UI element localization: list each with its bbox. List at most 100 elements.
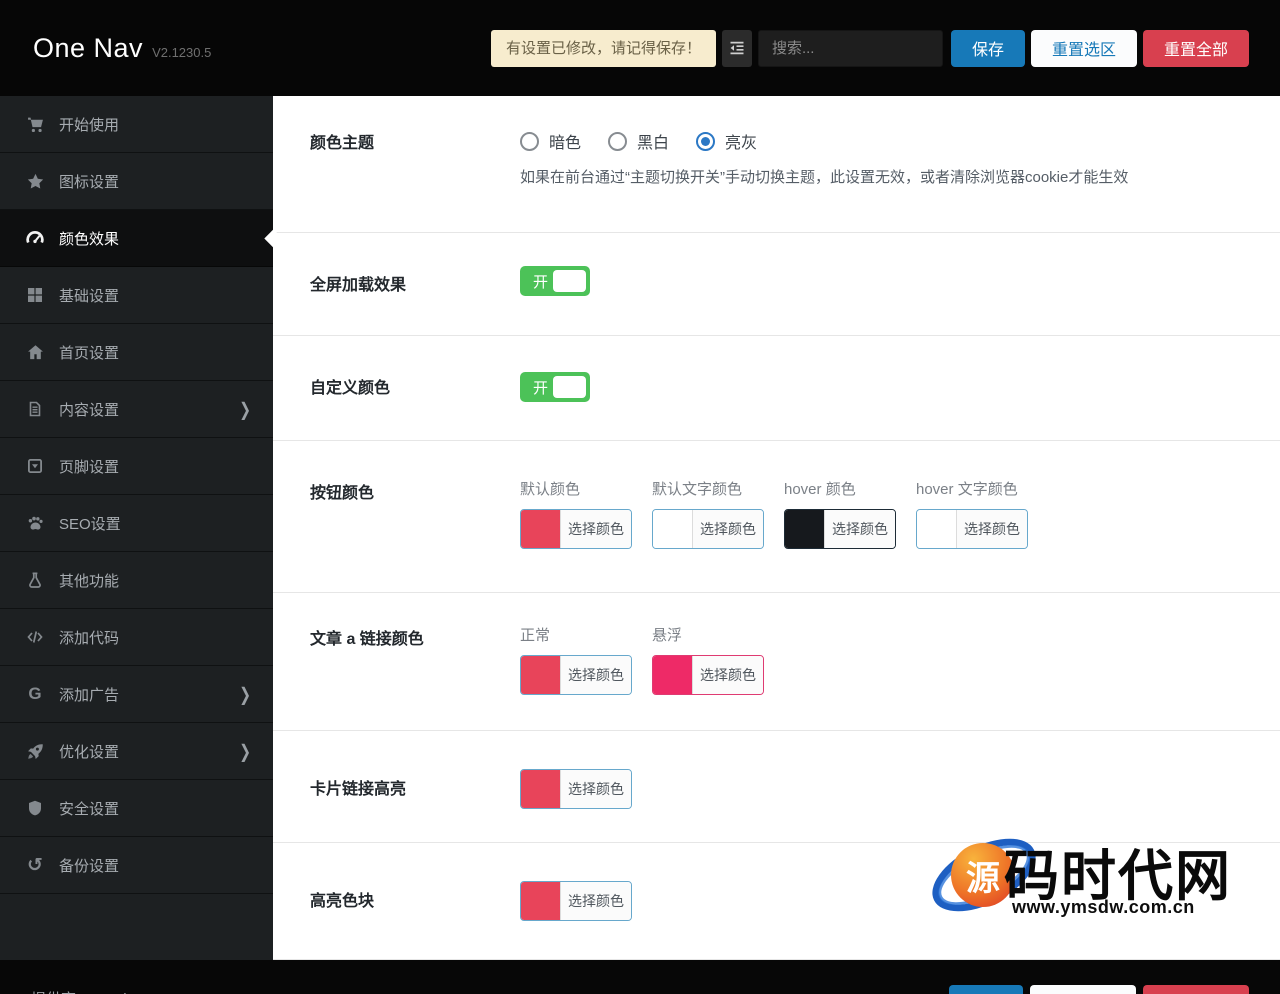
gauge-icon [24,229,46,247]
sidebar-item-add-code[interactable]: 添加代码 [0,609,273,666]
picker-sublabel: 悬浮 [652,627,683,644]
sidebar-item-optimization-settings[interactable]: 优化设置 ❯ [0,723,273,780]
sidebar-item-label: 开始使用 [59,116,120,134]
color-swatch [917,510,956,548]
sidebar-item-label: 优化设置 [59,743,120,761]
card-highlight-color-picker[interactable]: 选择颜色 [520,769,632,809]
setting-row-article-link-colors: 文章 a 链接颜色 正常 选择颜色 悬浮 选择颜色 [273,593,1280,731]
color-swatch [785,510,824,548]
footer-reset-all-button[interactable]: 重置全部 [1142,985,1249,994]
sidebar-item-getting-started[interactable]: 开始使用 [0,96,273,153]
cart-icon [24,116,46,133]
link-normal-color-picker[interactable]: 选择颜色 [520,655,632,695]
grid-icon [24,287,46,303]
sidebar-item-label: 安全设置 [59,800,120,818]
picker-sublabel: hover 文字颜色 [916,481,1018,498]
settings-panel: 颜色主题 暗色 黑白 亮灰 如果在前台通过“主题切换开关”手动切换主题，此设置无… [273,96,1280,960]
sidebar-item-label: SEO设置 [59,515,121,533]
sidebar-item-content-settings[interactable]: 内容设置 ❯ [0,381,273,438]
radio-dark-theme[interactable]: 暗色 [520,129,581,153]
toggle-knob [553,376,586,398]
sidebar-item-security-settings[interactable]: 安全设置 [0,780,273,837]
radio-icon [608,131,628,151]
header-actions: 有设置已修改，请记得保存！ 保存 重置选区 重置全部 [490,29,1249,67]
toggle-knob [553,270,586,292]
fullscreen-loading-toggle[interactable]: 开 [520,266,590,296]
footer-save-button[interactable]: 保存 [948,985,1023,994]
sidebar-nav: 开始使用 图标设置 颜色效果 基础设置 首页设置 内容设置 ❯ 页脚设置 SEO… [0,96,283,960]
sidebar-item-label: 页脚设置 [59,458,120,476]
setting-label: 按钮颜色 [310,485,375,502]
picker-button-label: 选择颜色 [824,510,895,548]
setting-row-custom-colors: 自定义颜色 开 [273,336,1280,441]
picker-button-label: 选择颜色 [560,882,631,920]
top-bar: One Nav V2.1230.5 有设置已修改，请记得保存！ 保存 重置选区 … [0,0,1280,96]
setting-row-fullscreen-loading: 全屏加载效果 开 [273,233,1280,336]
setting-description: 如果在前台通过“主题切换开关”手动切换主题，此设置无效，或者清除浏览器cooki… [520,169,1129,186]
color-swatch [521,656,560,694]
bottom-bar: 提供商：WordPress 保存 重置选区 重置全部 [0,960,1280,994]
button-default-color-picker[interactable]: 选择颜色 [520,509,632,549]
button-hover-text-color-picker[interactable]: 选择颜色 [916,509,1028,549]
reset-section-button[interactable]: 重置选区 [1030,29,1137,67]
color-swatch [521,510,560,548]
button-default-text-color-picker[interactable]: 选择颜色 [652,509,764,549]
sidebar-item-add-ads[interactable]: G 添加广告 ❯ [0,666,273,723]
sidebar-item-homepage-settings[interactable]: 首页设置 [0,324,273,381]
button-hover-color-picker[interactable]: 选择颜色 [784,509,896,549]
highlight-block-color-picker[interactable]: 选择颜色 [520,881,632,921]
document-icon [24,401,46,417]
chevron-right-icon: ❯ [239,739,251,761]
unsaved-changes-badge: 有设置已修改，请记得保存！ [490,29,716,67]
caret-square-down-icon [24,458,46,474]
rocket-icon [24,743,46,760]
color-swatch [653,656,692,694]
radio-black-white-theme[interactable]: 黑白 [608,129,669,153]
radio-icon [520,131,539,151]
search-input[interactable] [757,29,943,67]
radio-light-gray-theme[interactable]: 亮灰 [696,129,757,153]
sidebar-item-label: 图标设置 [59,173,120,191]
footer-reset-section-button[interactable]: 重置选区 [1029,985,1136,994]
setting-label: 高亮色块 [310,893,375,910]
google-icon: G [28,684,42,703]
sidebar-item-color-effects[interactable]: 颜色效果 [0,210,283,267]
star-icon [24,173,46,190]
toggle-state-label: 开 [533,273,549,291]
setting-label: 全屏加载效果 [310,277,407,294]
picker-sublabel: 默认颜色 [520,481,581,498]
sidebar-item-seo-settings[interactable]: SEO设置 [0,495,273,552]
sidebar-item-label: 基础设置 [59,287,120,305]
setting-label: 自定义颜色 [310,380,391,397]
picker-sublabel: 默认文字颜色 [652,481,743,498]
flask-icon [24,572,46,588]
color-swatch [521,882,560,920]
link-hover-color-picker[interactable]: 选择颜色 [652,655,764,695]
toggle-state-label: 开 [533,379,549,397]
app-version: V2.1230.5 [152,44,212,60]
sidebar-item-footer-settings[interactable]: 页脚设置 [0,438,273,495]
radio-label: 亮灰 [725,135,758,152]
sidebar-item-label: 颜色效果 [59,230,120,248]
picker-button-label: 选择颜色 [692,510,763,548]
picker-sublabel: hover 颜色 [784,481,856,498]
setting-row-highlight-block: 高亮色块 选择颜色 [273,843,1280,960]
sidebar-item-basic-settings[interactable]: 基础设置 [0,267,273,324]
sidebar-item-other-features[interactable]: 其他功能 [0,552,273,609]
collapse-sidebar-button[interactable] [721,29,752,67]
color-swatch [521,770,560,808]
sidebar-item-icon-settings[interactable]: 图标设置 [0,153,273,210]
custom-colors-toggle[interactable]: 开 [520,372,590,402]
home-icon [24,344,46,361]
setting-label: 颜色主题 [310,135,375,152]
radio-label: 黑白 [637,135,670,152]
sidebar-item-backup-settings[interactable]: ↺ 备份设置 [0,837,273,894]
chevron-right-icon: ❯ [239,397,251,419]
reset-all-button[interactable]: 重置全部 [1142,29,1249,67]
picker-button-label: 选择颜色 [560,510,631,548]
color-theme-radio-group: 暗色 黑白 亮灰 [520,96,1128,153]
setting-row-color-theme: 颜色主题 暗色 黑白 亮灰 如果在前台通过“主题切换开关”手动切换主题，此设置无… [273,96,1280,233]
setting-row-card-link-highlight: 卡片链接高亮 选择颜色 [273,731,1280,843]
picker-button-label: 选择颜色 [560,770,631,808]
save-button[interactable]: 保存 [950,29,1025,67]
